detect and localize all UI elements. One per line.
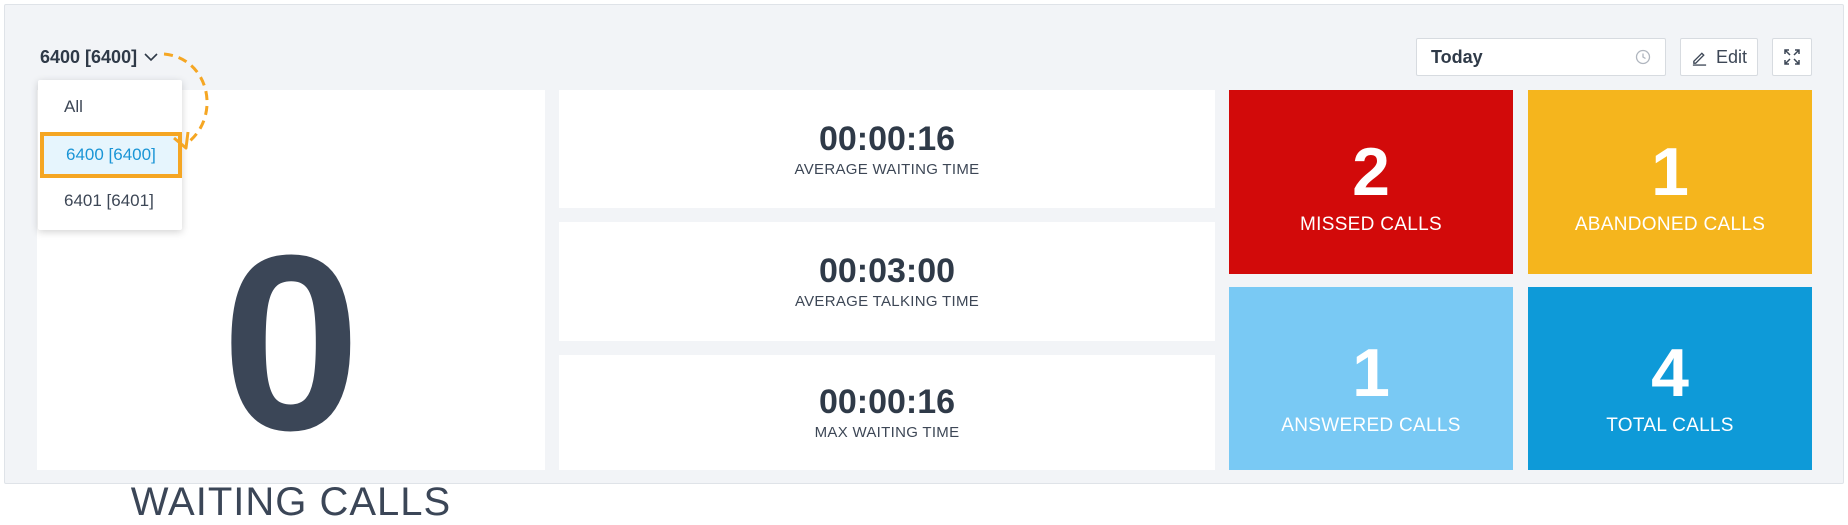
max-waiting-time-label: MAX WAITING TIME <box>814 424 960 441</box>
date-range-value: Today <box>1431 46 1483 67</box>
missed-calls-tile: 2 MISSED CALLS <box>1229 90 1513 274</box>
waiting-calls-count: 0 <box>221 203 361 482</box>
max-waiting-time-card: 00:00:16 MAX WAITING TIME <box>559 355 1215 470</box>
total-calls-label: TOTAL CALLS <box>1606 415 1734 436</box>
average-waiting-time-card: 00:00:16 AVERAGE WAITING TIME <box>559 90 1215 208</box>
average-talking-time-value: 00:03:00 <box>818 252 956 290</box>
missed-calls-label: MISSED CALLS <box>1300 214 1442 235</box>
answered-calls-label: ANSWERED CALLS <box>1281 415 1461 436</box>
dropdown-option-6401[interactable]: 6401 [6401] <box>38 182 182 220</box>
total-calls-tile: 4 TOTAL CALLS <box>1528 287 1812 470</box>
pencil-icon <box>1692 51 1707 66</box>
total-calls-count: 4 <box>1651 335 1689 411</box>
abandoned-calls-label: ABANDONED CALLS <box>1574 214 1766 235</box>
abandoned-calls-count: 1 <box>1651 134 1689 210</box>
waiting-calls-label: WAITING CALLS <box>130 480 452 524</box>
clock-icon <box>1635 49 1651 65</box>
average-talking-time-label: AVERAGE TALKING TIME <box>794 293 980 310</box>
edit-button[interactable]: Edit <box>1680 38 1758 76</box>
average-talking-time-card: 00:03:00 AVERAGE TALKING TIME <box>559 222 1215 341</box>
answered-calls-tile: 1 ANSWERED CALLS <box>1229 287 1513 470</box>
max-waiting-time-value: 00:00:16 <box>818 383 956 421</box>
fullscreen-button[interactable] <box>1772 38 1812 76</box>
expand-icon <box>1784 49 1800 65</box>
date-range-picker[interactable]: Today <box>1416 38 1666 76</box>
queue-selector[interactable]: 6400 [6400] <box>40 45 159 69</box>
annotation-arrow-icon <box>163 52 209 150</box>
answered-calls-count: 1 <box>1352 335 1390 411</box>
missed-calls-count: 2 <box>1352 134 1390 210</box>
average-waiting-time-label: AVERAGE WAITING TIME <box>794 160 980 178</box>
average-waiting-time-value: 00:00:16 <box>818 119 956 158</box>
edit-button-label: Edit <box>1715 46 1748 67</box>
queue-selector-label: 6400 [6400] <box>40 46 138 67</box>
abandoned-calls-tile: 1 ABANDONED CALLS <box>1528 90 1812 274</box>
